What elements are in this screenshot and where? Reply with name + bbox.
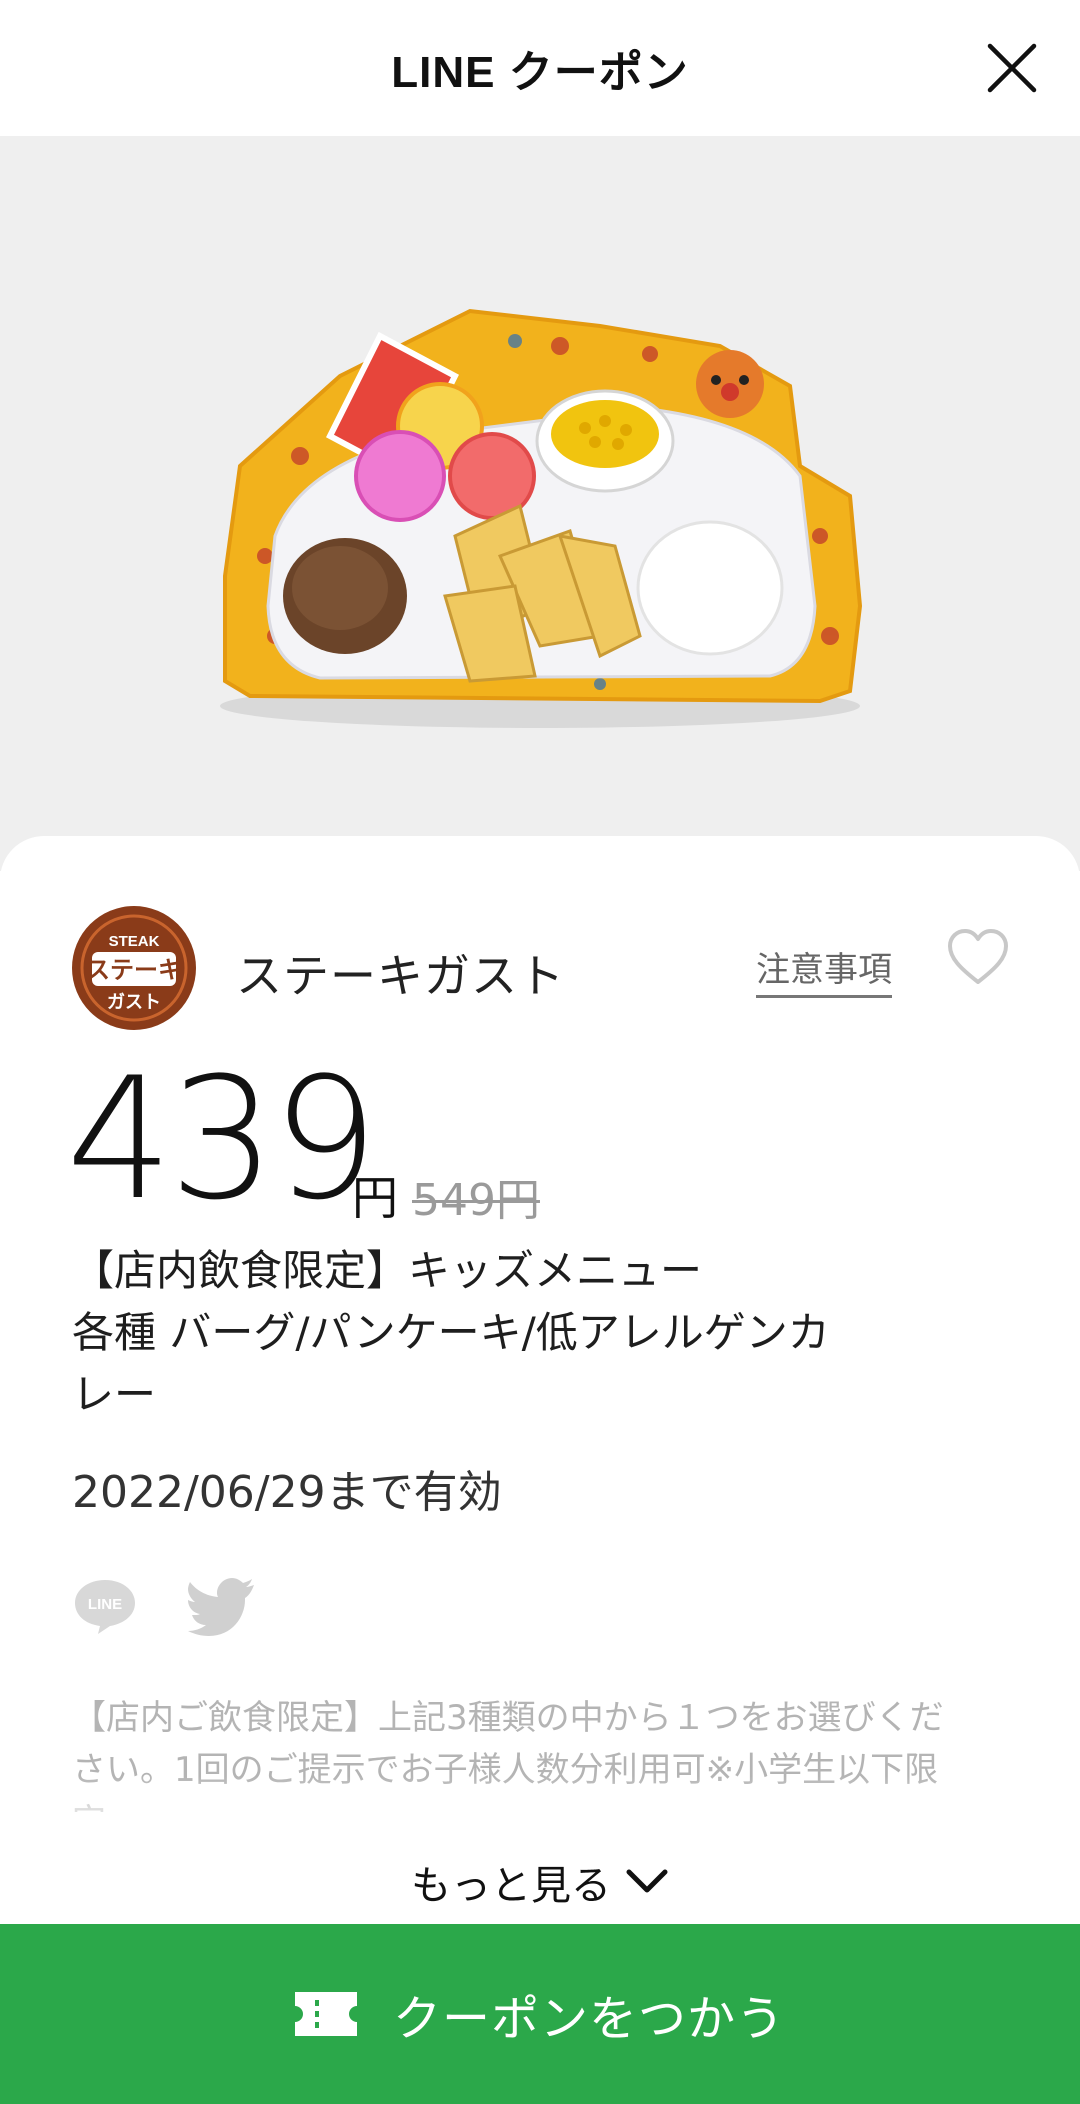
coupon-title-line: 【店内飲食限定】キッズメニュー [72, 1246, 703, 1295]
store-logo: STEAK ステーキ ガスト [72, 906, 196, 1030]
line-icon: LINE [75, 1580, 135, 1634]
show-more-label: もっと見る [411, 1863, 611, 1909]
share-row: LINE [72, 1576, 372, 1646]
price-row: 439 円 549円 [66, 1054, 1006, 1236]
share-line-button[interactable]: LINE [72, 1576, 138, 1636]
store-name[interactable]: ステーキガスト [236, 940, 565, 1006]
expiry-date: 2022/06/29まで有効 [72, 1467, 502, 1518]
coupon-title-line: 各種 バーグ/パンケーキ/低アレルゲンカ [72, 1308, 830, 1357]
kids-plate-illustration [220, 308, 863, 728]
logo-text-bottom: ガスト [107, 992, 161, 1013]
price-current: 439 [66, 1041, 379, 1237]
price-original: 549円 [412, 1175, 540, 1226]
ticket-icon [294, 1992, 357, 2036]
coupon-title-line: レー [72, 1370, 157, 1419]
coupon-card: STEAK ステーキ ガスト ステーキガスト 注意事項 439 円 549円 【… [0, 836, 1080, 2104]
show-more-button[interactable]: もっと見る [0, 1854, 1080, 1910]
steak-gusto-logo-icon: STEAK ステーキ ガスト [74, 908, 194, 1028]
heart-icon [948, 929, 1008, 984]
logo-text-mid: ステーキ [86, 956, 182, 984]
chevron-down-icon [626, 1869, 668, 1893]
price-yen-label: 円 [352, 1171, 398, 1225]
use-coupon-label: クーポンをつかう [392, 1991, 785, 2047]
header-bar: LINE クーポン [0, 0, 1080, 136]
use-coupon-button[interactable]: クーポンをつかう [0, 1924, 1080, 2104]
share-twitter-button[interactable] [188, 1578, 256, 1636]
description-line: 【店内ご飲食限定】上記3種類の中から１つをお選びくだ [72, 1698, 944, 1738]
description-fade [0, 1776, 1080, 1836]
store-row: STEAK ステーキ ガスト ステーキガスト 注意事項 [72, 906, 1008, 1030]
twitter-icon [188, 1578, 254, 1636]
line-icon-text: LINE [88, 1596, 122, 1613]
close-button[interactable] [984, 40, 1040, 96]
coupon-title: 【店内飲食限定】キッズメニュー 各種 バーグ/パンケーキ/低アレルゲンカ レー [72, 1240, 1002, 1426]
page-title: LINE クーポン [391, 48, 689, 97]
hero-image [0, 136, 1080, 871]
notice-link[interactable]: 注意事項 [756, 942, 892, 998]
logo-text-top: STEAK [109, 933, 160, 950]
favorite-button[interactable] [946, 928, 1010, 988]
close-icon [987, 43, 1037, 93]
coupon-screen: LINE クーポン STEAK ステーキ ガスト ステーキガスト 注意事項 43… [0, 0, 1080, 2104]
